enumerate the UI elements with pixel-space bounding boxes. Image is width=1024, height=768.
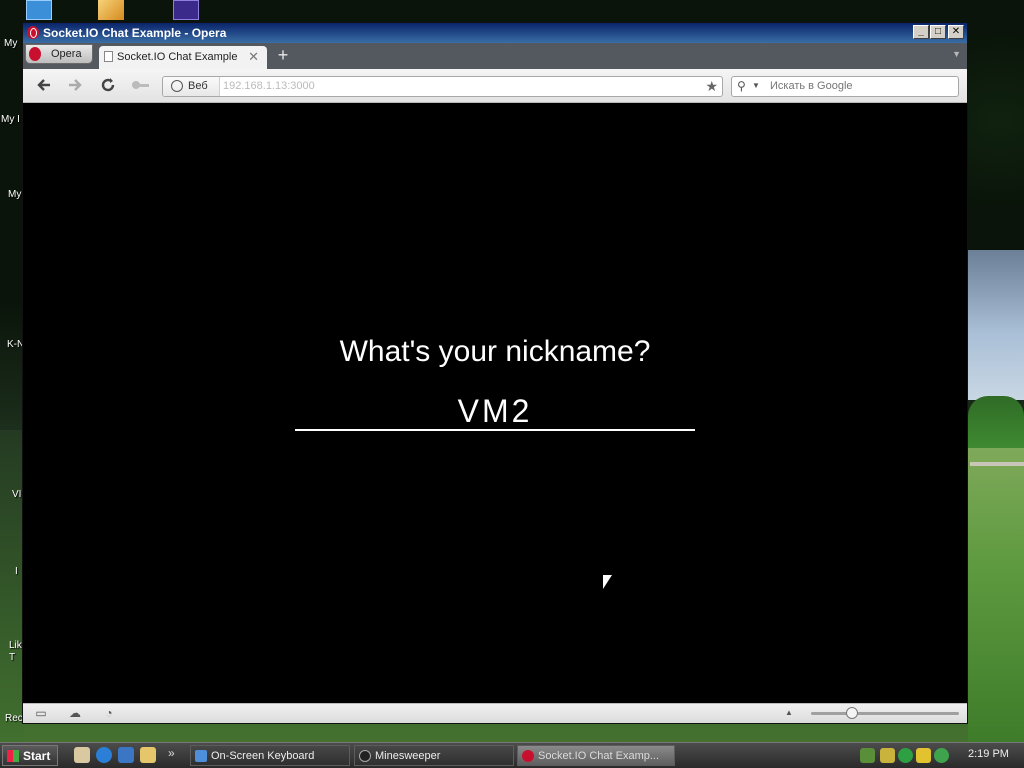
opera-unite-icon[interactable]: ☁ bbox=[67, 706, 83, 720]
nickname-prompt: What's your nickname? bbox=[339, 335, 651, 368]
show-desktop-icon[interactable] bbox=[74, 747, 90, 763]
start-label: Start bbox=[23, 749, 51, 763]
browser-window: Socket.IO Chat Example - Opera _ □ ✕ Ope… bbox=[22, 22, 968, 724]
forward-button[interactable] bbox=[66, 77, 84, 95]
internet-explorer-icon[interactable] bbox=[96, 747, 112, 763]
web-mode-label: Веб bbox=[188, 80, 208, 92]
window-titlebar[interactable]: Socket.IO Chat Example - Opera _ □ ✕ bbox=[23, 23, 967, 43]
url-input[interactable] bbox=[223, 78, 693, 94]
new-tab-button[interactable]: + bbox=[273, 45, 293, 65]
nickname-input[interactable] bbox=[295, 393, 695, 431]
opera-logo-icon bbox=[29, 47, 41, 61]
reload-button[interactable] bbox=[99, 77, 117, 95]
opera-menu-button[interactable]: Opera bbox=[25, 44, 93, 64]
outlook-express-icon[interactable] bbox=[118, 747, 134, 763]
desktop-icon-label[interactable]: Lik T bbox=[9, 640, 23, 664]
bookmark-star-icon[interactable]: ★ bbox=[705, 78, 718, 95]
wallpaper-lawn bbox=[968, 448, 1024, 742]
key-icon bbox=[132, 81, 149, 89]
back-button[interactable] bbox=[35, 77, 53, 95]
quick-launch-more-icon[interactable]: » bbox=[168, 746, 175, 760]
utorrent-icon[interactable] bbox=[898, 748, 913, 763]
search-icon: ⚲ bbox=[737, 79, 746, 93]
opera-menu-label: Opera bbox=[51, 48, 82, 60]
desktop-icon-label[interactable]: Rec bbox=[5, 713, 23, 724]
wallpaper-foliage bbox=[0, 430, 24, 742]
task-minesweeper[interactable]: Minesweeper bbox=[354, 745, 514, 766]
speed-dial-icon[interactable]: ◔ bbox=[101, 706, 117, 720]
panel-toggle-icon[interactable]: ▭ bbox=[33, 706, 49, 720]
mine-icon bbox=[359, 750, 371, 762]
minimize-button[interactable]: _ bbox=[913, 25, 929, 39]
task-on-screen-keyboard[interactable]: On-Screen Keyboard bbox=[190, 745, 350, 766]
wallpaper-path bbox=[970, 462, 1024, 466]
taskbar: Start » On-Screen Keyboard Minesweeper S… bbox=[0, 742, 1024, 768]
tray-app-icon[interactable] bbox=[880, 748, 895, 763]
paint-icon[interactable] bbox=[98, 0, 124, 20]
search-input[interactable] bbox=[770, 78, 950, 94]
search-box[interactable]: ⚲ ▼ bbox=[731, 76, 959, 97]
tab-list-chevron-icon[interactable]: ▼ bbox=[952, 49, 961, 59]
tab-close-icon[interactable]: ✕ bbox=[248, 49, 259, 65]
desktop-icon-label[interactable]: My I bbox=[1, 114, 20, 125]
task-label: Socket.IO Chat Examp... bbox=[538, 750, 660, 762]
wallpaper-trees bbox=[968, 396, 1024, 448]
keyboard-icon bbox=[195, 750, 207, 762]
address-bar[interactable]: Веб ★ bbox=[162, 76, 723, 97]
globe-icon bbox=[171, 80, 183, 92]
desktop-icon-label[interactable]: VI bbox=[12, 489, 21, 500]
desktop-shortcut-icon[interactable] bbox=[26, 0, 52, 20]
reload-icon bbox=[101, 78, 115, 92]
arrow-right-icon bbox=[69, 79, 82, 91]
navigation-toolbar: Веб ★ ⚲ ▼ bbox=[23, 69, 967, 103]
windows-logo-icon bbox=[7, 750, 19, 762]
page-content: What's your nickname? bbox=[23, 103, 967, 703]
page-icon bbox=[104, 51, 113, 62]
clock[interactable]: 2:19 PM bbox=[968, 748, 1009, 760]
update-icon[interactable] bbox=[934, 748, 949, 763]
film-icon[interactable] bbox=[173, 0, 199, 20]
task-label: Minesweeper bbox=[375, 750, 441, 762]
password-manager-button[interactable] bbox=[130, 77, 152, 95]
zoom-slider[interactable] bbox=[811, 712, 959, 715]
lightning-icon[interactable] bbox=[916, 748, 931, 763]
start-button[interactable]: Start bbox=[2, 745, 58, 766]
opera-logo-icon bbox=[27, 26, 39, 39]
mouse-cursor-icon bbox=[603, 575, 612, 589]
task-opera[interactable]: Socket.IO Chat Examp... bbox=[517, 745, 675, 766]
close-button[interactable]: ✕ bbox=[948, 25, 964, 39]
wallpaper-sky bbox=[968, 250, 1024, 400]
maximize-button[interactable]: □ bbox=[930, 25, 946, 39]
zoom-slider-knob[interactable] bbox=[846, 707, 858, 719]
tab-socket-io-chat[interactable]: Socket.IO Chat Example ✕ bbox=[99, 46, 267, 69]
tab-bar: Opera Socket.IO Chat Example ✕ + ▼ bbox=[23, 43, 967, 69]
desktop-icon-label[interactable]: My bbox=[4, 38, 17, 49]
tab-label: Socket.IO Chat Example bbox=[117, 51, 238, 63]
task-label: On-Screen Keyboard bbox=[211, 750, 315, 762]
search-folder-icon[interactable] bbox=[140, 747, 156, 763]
opera-logo-icon bbox=[522, 750, 534, 762]
status-bar: ▭ ☁ ◔ ▲ bbox=[23, 703, 967, 723]
network-icon[interactable] bbox=[860, 748, 875, 763]
window-title: Socket.IO Chat Example - Opera bbox=[43, 26, 227, 40]
desktop-icon-label[interactable]: My bbox=[8, 189, 21, 200]
arrow-left-icon bbox=[37, 79, 50, 91]
zoom-up-arrow-icon[interactable]: ▲ bbox=[781, 708, 797, 722]
desktop-icon-label[interactable]: I bbox=[15, 566, 18, 577]
search-engine-dropdown-icon[interactable]: ▼ bbox=[752, 81, 760, 90]
web-mode-button[interactable]: Веб bbox=[163, 77, 220, 96]
